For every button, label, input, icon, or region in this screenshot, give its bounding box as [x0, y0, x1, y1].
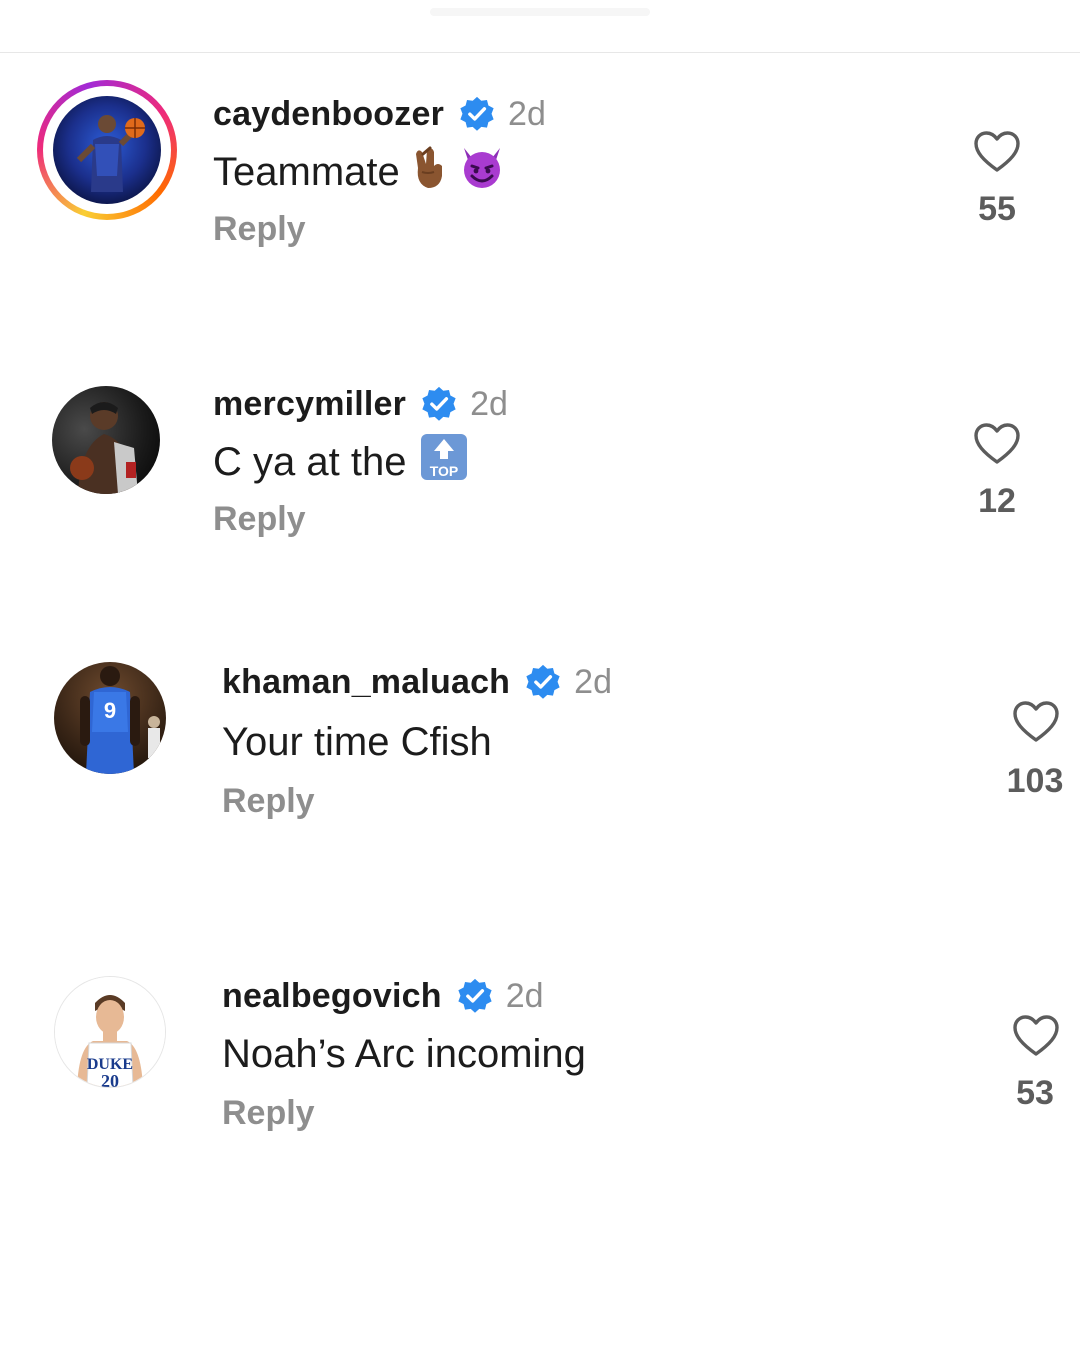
comment-body: Teammate: [213, 149, 400, 194]
comment-text: Your time Cfish: [222, 718, 492, 766]
comment-text: C ya at the TOP: [213, 434, 468, 486]
reply-button[interactable]: Reply: [222, 782, 315, 821]
top-arrow-emoji-icon: TOP: [420, 433, 468, 491]
verified-badge-icon: [420, 385, 458, 423]
verified-badge-icon: [456, 977, 494, 1015]
heart-icon[interactable]: [1012, 700, 1060, 744]
reply-button[interactable]: Reply: [213, 210, 306, 249]
smiling-devil-emoji-icon: [458, 144, 506, 200]
like-count: 55: [978, 190, 1016, 228]
comment-text: Teammate: [213, 146, 506, 196]
username[interactable]: khaman_maluach: [222, 663, 510, 702]
comment-item: DUKE 20 nealbegovich 2d Noah’s Arc incom…: [0, 962, 1080, 1162]
avatar[interactable]: [52, 386, 160, 494]
verified-badge-icon: [524, 663, 562, 701]
timestamp: 2d: [470, 384, 508, 423]
comment-text: Noah’s Arc incoming: [222, 1030, 586, 1078]
comment-body: C ya at the: [213, 439, 407, 484]
heart-icon[interactable]: [973, 422, 1021, 466]
svg-text:9: 9: [104, 698, 116, 723]
comment-meta: khaman_maluach 2d: [222, 660, 612, 704]
avatar[interactable]: 9: [54, 662, 166, 774]
avatar[interactable]: [53, 96, 161, 204]
verified-badge-icon: [458, 95, 496, 133]
comment-meta: caydenboozer 2d: [213, 92, 546, 136]
comment-item: caydenboozer 2d Teammate Reply 55: [0, 70, 1080, 270]
svg-text:20: 20: [101, 1071, 119, 1087]
reply-button[interactable]: Reply: [222, 1094, 315, 1133]
username[interactable]: caydenboozer: [213, 95, 444, 134]
username[interactable]: nealbegovich: [222, 977, 442, 1016]
top-area: [0, 0, 1080, 52]
heart-icon[interactable]: [973, 130, 1021, 174]
comment-item: 9 khaman_maluach 2d Your time Cfish Repl…: [0, 650, 1080, 850]
like-count: 12: [978, 482, 1016, 520]
story-ring[interactable]: [37, 80, 177, 220]
comment-meta: nealbegovich 2d: [222, 974, 544, 1018]
reply-button[interactable]: Reply: [213, 500, 306, 539]
divider: [0, 52, 1080, 53]
comment-body: Your time Cfish: [222, 719, 492, 764]
top-label: TOP: [430, 463, 459, 479]
like-count: 53: [1016, 1074, 1054, 1112]
timestamp: 2d: [574, 662, 612, 701]
avatar[interactable]: DUKE 20: [54, 976, 166, 1088]
heart-icon[interactable]: [1012, 1014, 1060, 1058]
comment-body: Noah’s Arc incoming: [222, 1031, 586, 1076]
comment-meta: mercymiller 2d: [213, 382, 508, 426]
username[interactable]: mercymiller: [213, 385, 406, 424]
like-count: 103: [1006, 762, 1064, 800]
timestamp: 2d: [505, 976, 544, 1015]
drag-handle[interactable]: [430, 8, 650, 16]
comment-item: mercymiller 2d C ya at the TOP Reply 12: [0, 370, 1080, 570]
crossed-fingers-emoji-icon: [410, 144, 448, 200]
timestamp: 2d: [508, 94, 546, 133]
